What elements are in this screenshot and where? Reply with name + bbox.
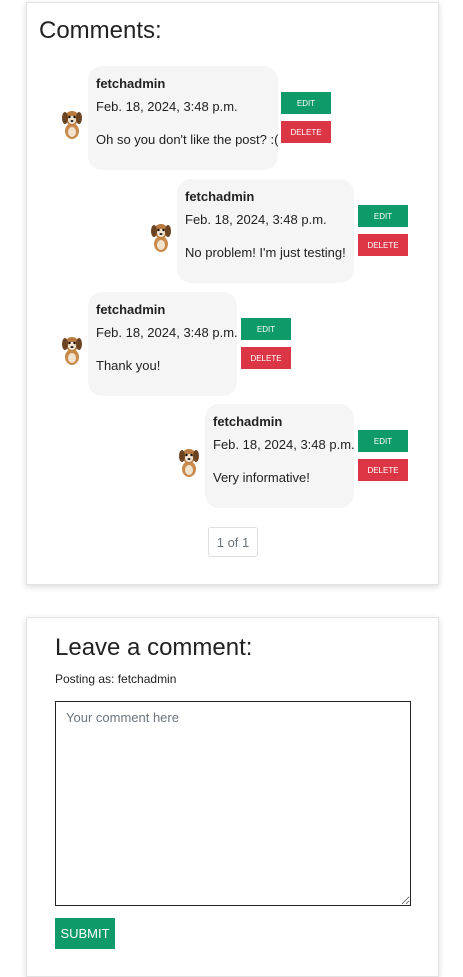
delete-button[interactable]: DELETE <box>241 347 291 369</box>
comment-author: fetchadmin <box>213 414 283 429</box>
comments-card: Comments: fetchadmin Feb. 18, 2024, 3:48… <box>26 2 439 585</box>
comment-text: Oh so you don't like the post? :( <box>96 132 279 147</box>
comment-date: Feb. 18, 2024, 3:48 p.m. <box>213 437 355 452</box>
comment-text: Very informative! <box>213 470 310 485</box>
puppy-avatar-icon <box>61 107 83 139</box>
comment-textarea[interactable] <box>55 701 411 906</box>
puppy-avatar-icon <box>61 333 83 365</box>
puppy-avatar-icon <box>150 220 172 252</box>
comment-author: fetchadmin <box>96 302 166 317</box>
comment-item: fetchadmin Feb. 18, 2024, 3:48 p.m. Than… <box>61 292 331 396</box>
comment-text: Thank you! <box>96 358 161 373</box>
comment-author: fetchadmin <box>185 189 255 204</box>
comment-text: No problem! I'm just testing! <box>185 245 346 260</box>
edit-button[interactable]: EDIT <box>358 430 408 452</box>
comment-date: Feb. 18, 2024, 3:48 p.m. <box>96 99 238 114</box>
posting-as-label: Posting as: fetchadmin <box>55 672 177 686</box>
comment-bubble: fetchadmin Feb. 18, 2024, 3:48 p.m. Very… <box>205 404 355 508</box>
comments-title: Comments: <box>39 17 162 44</box>
delete-button[interactable]: DELETE <box>358 459 408 481</box>
delete-button[interactable]: DELETE <box>358 234 408 256</box>
edit-button[interactable]: EDIT <box>358 205 408 227</box>
comment-bubble: fetchadmin Feb. 18, 2024, 3:48 p.m. No p… <box>177 179 354 283</box>
form-title: Leave a comment: <box>55 634 253 661</box>
comment-item: fetchadmin Feb. 18, 2024, 3:48 p.m. Very… <box>178 404 410 508</box>
comment-author: fetchadmin <box>96 76 166 91</box>
comment-form-card: Leave a comment: Posting as: fetchadmin … <box>26 617 439 977</box>
pagination-indicator: 1 of 1 <box>208 527 258 557</box>
comment-bubble: fetchadmin Feb. 18, 2024, 3:48 p.m. Oh s… <box>88 66 278 170</box>
puppy-avatar-icon <box>178 445 200 477</box>
edit-button[interactable]: EDIT <box>241 318 291 340</box>
comment-item: fetchadmin Feb. 18, 2024, 3:48 p.m. No p… <box>150 179 410 283</box>
edit-button[interactable]: EDIT <box>281 92 331 114</box>
submit-button[interactable]: SUBMIT <box>55 918 115 949</box>
comment-bubble: fetchadmin Feb. 18, 2024, 3:48 p.m. Than… <box>88 292 238 396</box>
comment-item: fetchadmin Feb. 18, 2024, 3:48 p.m. Oh s… <box>61 66 371 170</box>
delete-button[interactable]: DELETE <box>281 121 331 143</box>
comment-date: Feb. 18, 2024, 3:48 p.m. <box>96 325 238 340</box>
comment-date: Feb. 18, 2024, 3:48 p.m. <box>185 212 327 227</box>
